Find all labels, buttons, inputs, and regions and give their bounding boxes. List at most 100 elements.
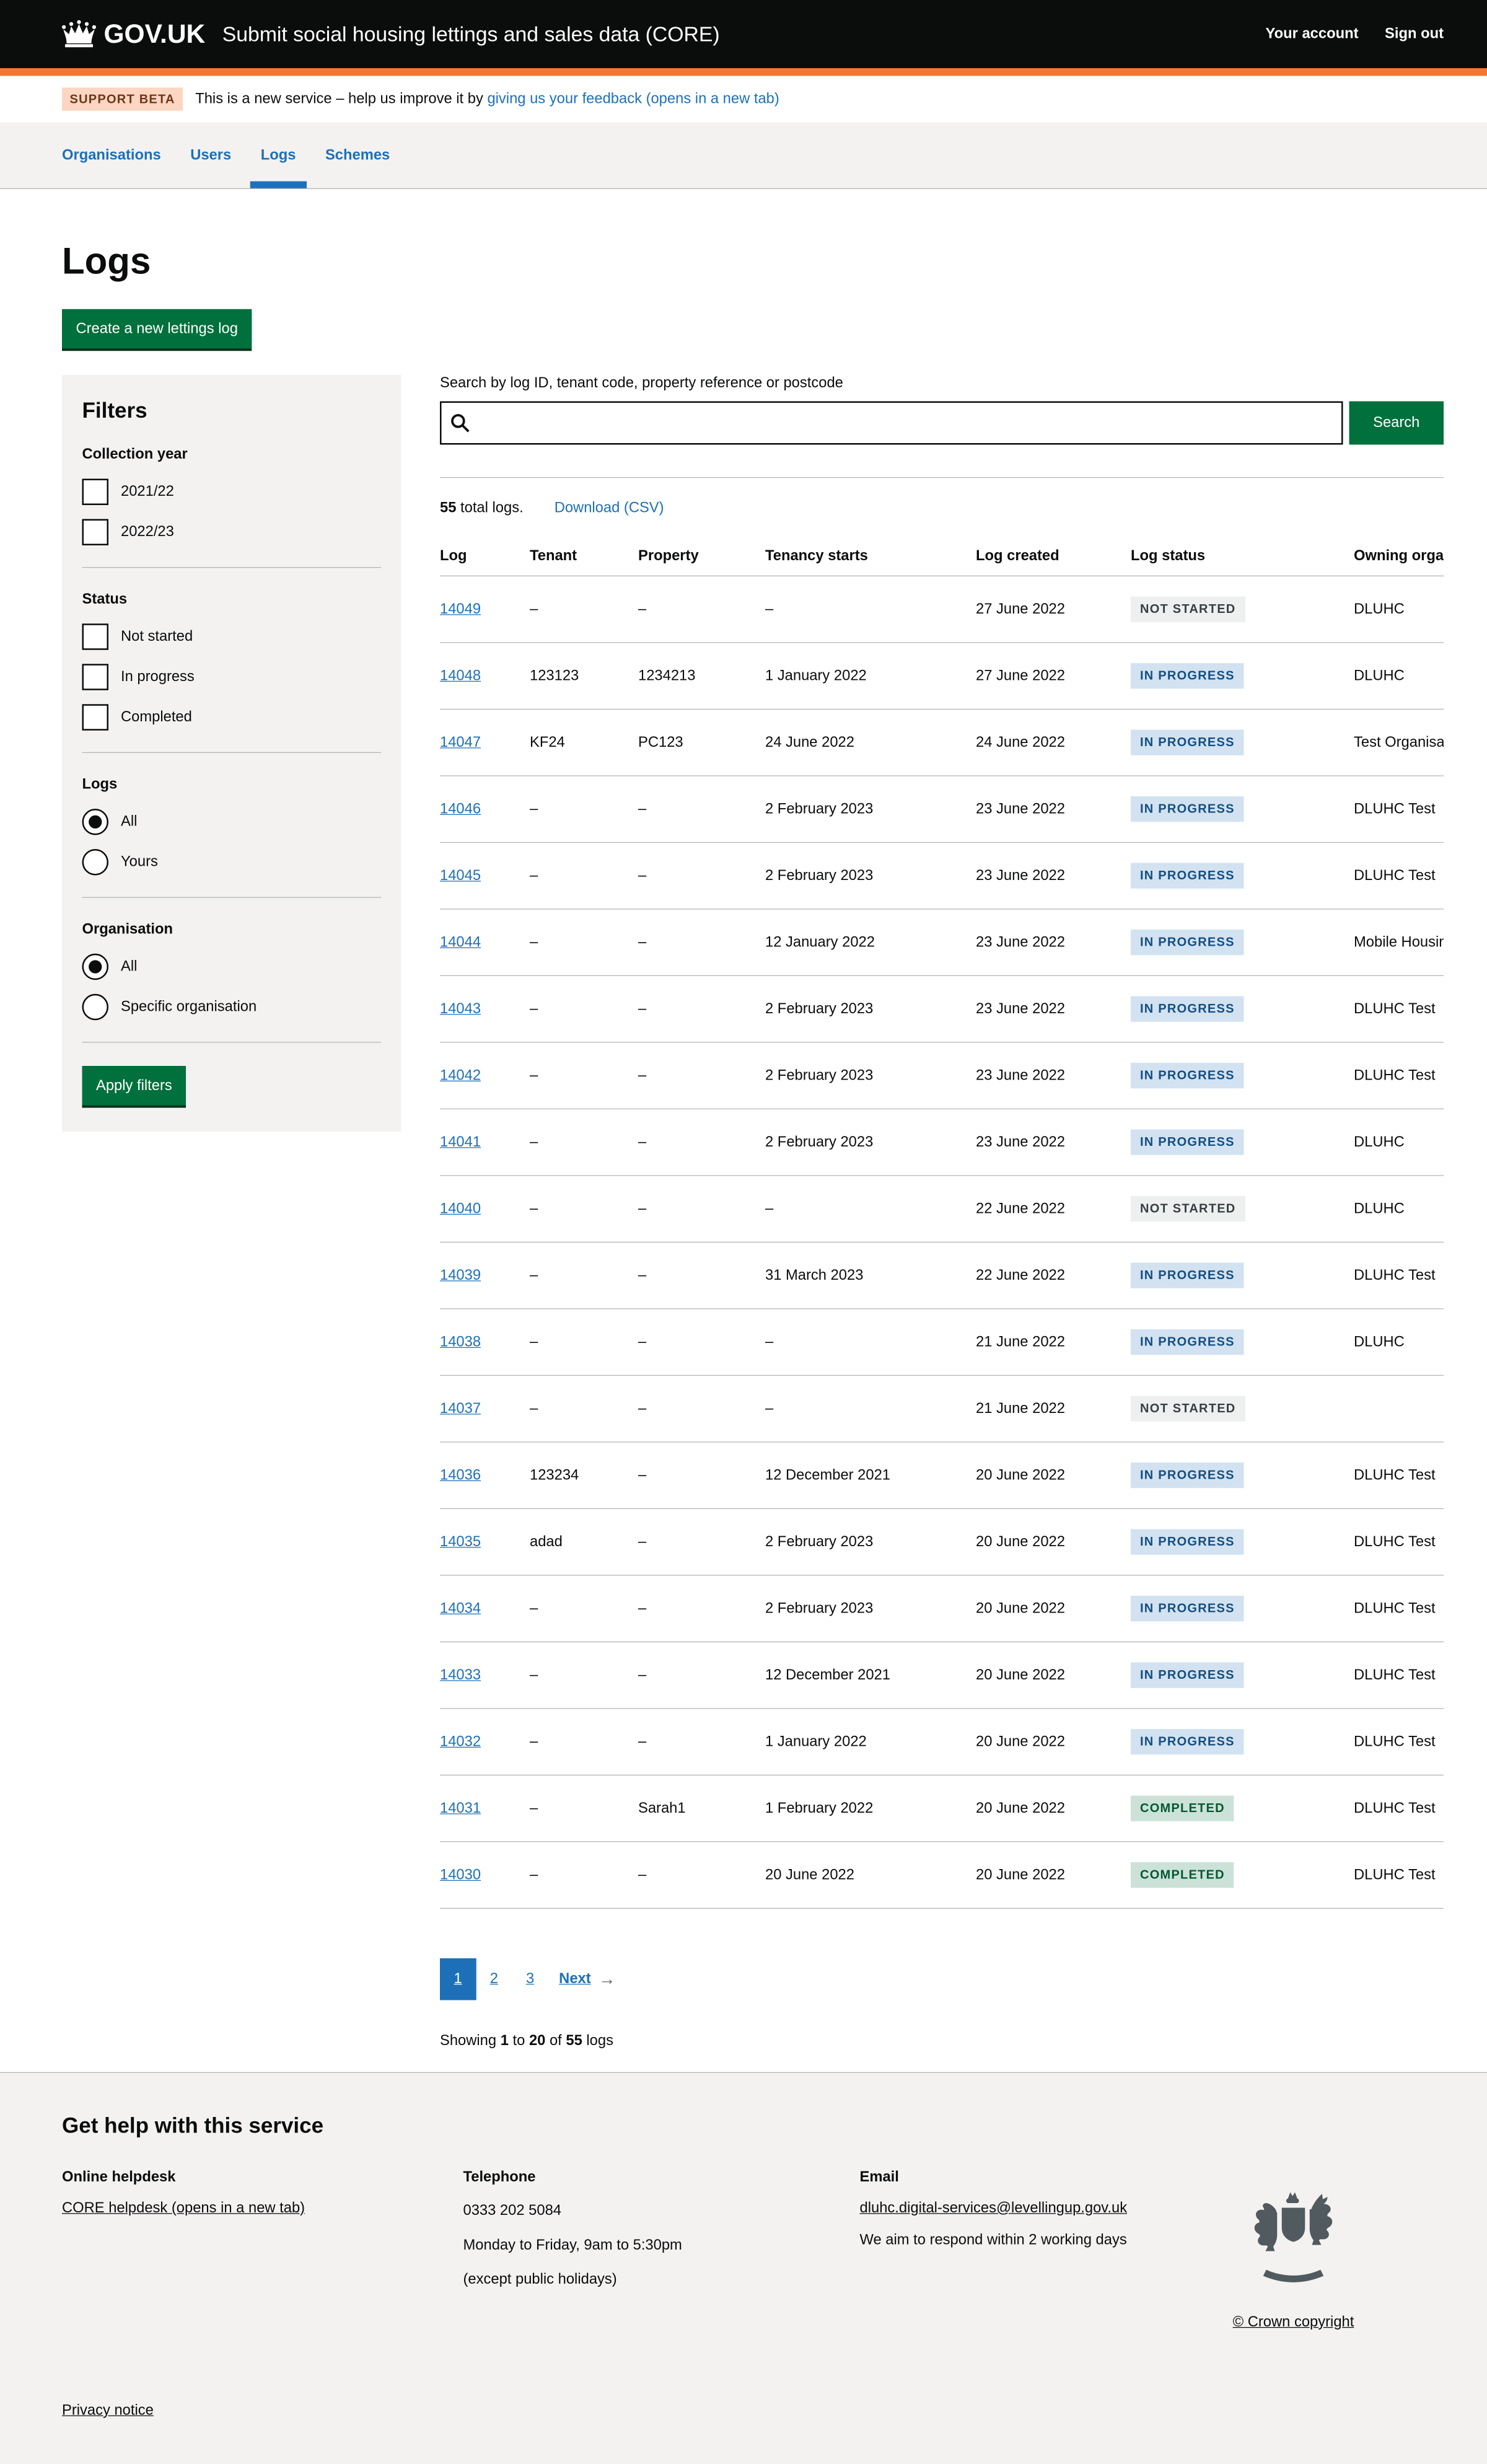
tenant-cell: – (530, 1713, 638, 1771)
owning-org-cell: DLUHC Test (1354, 847, 1444, 905)
log-link[interactable]: 14049 (440, 601, 481, 617)
log-link[interactable]: 14039 (440, 1267, 481, 1283)
log-link[interactable]: 14048 (440, 667, 481, 684)
radio-control[interactable] (82, 849, 109, 876)
download-csv-link[interactable]: Download (CSV) (555, 499, 664, 517)
log-status-cell: In progress (1131, 710, 1354, 775)
footer-column-text: 0333 202 5084 (463, 2200, 860, 2222)
log-link[interactable]: 14045 (440, 867, 481, 883)
table-row: 14037–––21 June 2022Not started (440, 1376, 1444, 1443)
log-id-cell: 14042 (440, 1047, 530, 1104)
pagination-next-link[interactable]: Next (559, 1971, 590, 1988)
checkbox-2021-22[interactable]: 2021/22 (82, 479, 382, 506)
checkbox-not-started[interactable]: Not started (82, 623, 382, 650)
log-id-cell: 14035 (440, 1513, 530, 1571)
govuk-logotype[interactable]: GOV.UK (104, 19, 206, 50)
checkbox-control[interactable] (82, 479, 109, 506)
log-link[interactable]: 14034 (440, 1600, 481, 1616)
apply-filters-button[interactable]: Apply filters (82, 1066, 186, 1106)
property-cell: – (638, 1713, 765, 1771)
log-status-badge: Not started (1131, 1396, 1245, 1422)
footer-column-link[interactable]: CORE helpdesk (opens in a new tab) (62, 2200, 305, 2216)
checkbox-completed[interactable]: Completed (82, 704, 382, 731)
radio-yours[interactable]: Yours (82, 849, 382, 876)
feedback-link[interactable]: giving us your feedback (opens in a new … (487, 90, 779, 107)
sign-out-link[interactable]: Sign out (1385, 25, 1444, 43)
pagination-page-1[interactable]: 1 (440, 1958, 476, 2000)
tenancy-starts-cell: 2 February 2023 (765, 1580, 976, 1637)
phase-banner: SUPPORT BETA This is a new service – hel… (0, 76, 1487, 123)
owning-org-cell: DLUHC Test (1354, 1513, 1444, 1571)
log-link[interactable]: 14047 (440, 734, 481, 750)
log-status-cell: In progress (1131, 1309, 1354, 1375)
checkbox-control[interactable] (82, 519, 109, 546)
log-status-badge: Completed (1131, 1862, 1234, 1888)
log-link[interactable]: 14044 (440, 934, 481, 950)
log-link[interactable]: 14037 (440, 1400, 481, 1416)
privacy-notice-link[interactable]: Privacy notice (62, 2402, 154, 2419)
radio-control[interactable] (82, 809, 109, 835)
crown-copyright-link[interactable]: © Crown copyright (1233, 2314, 1354, 2331)
log-status-cell: In progress (1131, 777, 1354, 842)
tenancy-starts-cell: 12 January 2022 (765, 913, 976, 971)
property-cell: Sarah1 (638, 1780, 765, 1837)
footer-column-title: Telephone (463, 2169, 860, 2186)
search-button[interactable]: Search (1349, 402, 1444, 445)
log-link[interactable]: 14043 (440, 1000, 481, 1016)
radio-control[interactable] (82, 954, 109, 980)
tenant-cell: 123123 (530, 647, 638, 705)
log-link[interactable]: 14038 (440, 1334, 481, 1350)
radio-specific-organisation[interactable]: Specific organisation (82, 994, 382, 1021)
table-row: 14047KF24PC12324 June 202224 June 2022In… (440, 710, 1444, 777)
checkbox-control[interactable] (82, 704, 109, 731)
nav-tab-users[interactable]: Users (190, 123, 231, 188)
footer-column-link[interactable]: dluhc.digital-services@levellingup.gov.u… (860, 2200, 1128, 2216)
create-lettings-log-button[interactable]: Create a new lettings log (62, 309, 252, 349)
tenant-cell: – (530, 1780, 638, 1837)
radio-control[interactable] (82, 994, 109, 1021)
checkbox-2022-23[interactable]: 2022/23 (82, 519, 382, 546)
log-link[interactable]: 14040 (440, 1200, 481, 1217)
log-id-cell: 14039 (440, 1247, 530, 1305)
nav-tab-organisations[interactable]: Organisations (62, 123, 161, 188)
property-cell: – (638, 780, 765, 838)
footer: Get help with this service Online helpde… (0, 2072, 1487, 2464)
tenancy-starts-cell: 2 February 2023 (765, 847, 976, 905)
log-link[interactable]: 14035 (440, 1533, 481, 1549)
nav-tab-schemes[interactable]: Schemes (325, 123, 390, 188)
checkbox-control[interactable] (82, 623, 109, 650)
property-cell: – (638, 581, 765, 638)
log-id-cell: 14037 (440, 1380, 530, 1438)
table-row: 14032––1 January 202220 June 2022In prog… (440, 1709, 1444, 1776)
checkbox-control[interactable] (82, 664, 109, 690)
your-account-link[interactable]: Your account (1266, 25, 1359, 43)
log-link[interactable]: 14046 (440, 801, 481, 817)
log-created-cell: 23 June 2022 (976, 780, 1131, 838)
owning-org-cell: DLUHC (1354, 1180, 1444, 1238)
filter-group-title: Status (82, 591, 382, 609)
log-link[interactable]: 14030 (440, 1867, 481, 1883)
table-row: 14035adad–2 February 202320 June 2022In … (440, 1509, 1444, 1576)
log-link[interactable]: 14042 (440, 1067, 481, 1083)
option-label: Completed (121, 709, 192, 726)
pagination-page-2[interactable]: 2 (476, 1958, 512, 2000)
tenancy-starts-cell: 2 February 2023 (765, 780, 976, 838)
property-cell: – (638, 1047, 765, 1104)
radio-all[interactable]: All (82, 954, 382, 980)
radio-all[interactable]: All (82, 809, 382, 835)
pagination-page-3[interactable]: 3 (512, 1958, 548, 2000)
checkbox-in-progress[interactable]: In progress (82, 664, 382, 690)
owning-org-cell (1354, 1389, 1444, 1429)
property-cell: – (638, 847, 765, 905)
log-link[interactable]: 14041 (440, 1133, 481, 1150)
search-input[interactable] (477, 403, 1334, 443)
log-link[interactable]: 14036 (440, 1467, 481, 1483)
service-name[interactable]: Submit social housing lettings and sales… (222, 22, 720, 46)
log-link[interactable]: 14033 (440, 1666, 481, 1683)
nav-tab-logs[interactable]: Logs (261, 123, 296, 188)
next-arrow-icon: → (599, 1969, 616, 1990)
log-link[interactable]: 14032 (440, 1733, 481, 1749)
log-created-cell: 20 June 2022 (976, 1647, 1131, 1704)
log-link[interactable]: 14031 (440, 1800, 481, 1816)
tenant-cell: – (530, 980, 638, 1038)
